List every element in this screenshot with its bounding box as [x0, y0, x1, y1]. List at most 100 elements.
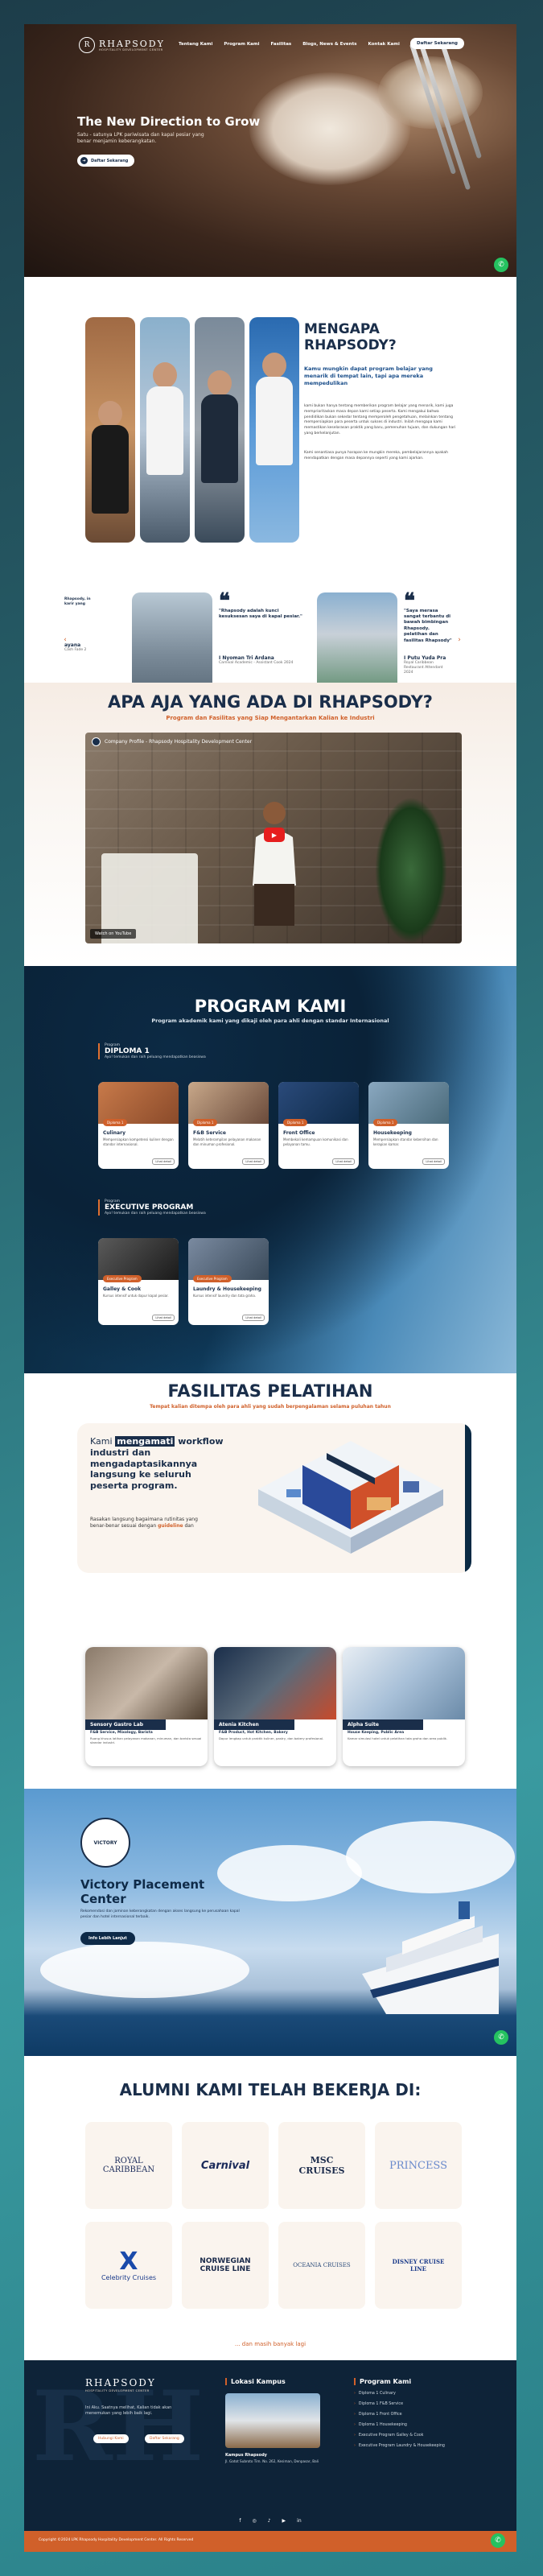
- footer-program-item[interactable]: Diploma 1 Front Office: [354, 2413, 445, 2417]
- why-section: MENGAPA RHAPSODY? Kamu mungkin dapat pro…: [24, 277, 516, 697]
- cruise-ship-image: [362, 1901, 499, 2014]
- logo-oceania: OCEANIA CRUISES: [278, 2222, 365, 2309]
- channel-avatar: [92, 737, 101, 746]
- facility-card-sensory[interactable]: Sensory Gastro Lab F&B Service, Mixology…: [85, 1647, 208, 1766]
- hero-section: R RHAPSODY HOSPITALITY DEVELOPMENT CENTE…: [24, 24, 516, 277]
- victory-info-button[interactable]: Info Lebih Lanjut: [80, 1932, 135, 1945]
- copyright-bar: Copyright ©2024 LPK Rhapsody Hospitality…: [24, 2531, 516, 2552]
- staff-photo-2: [140, 317, 190, 543]
- program-card-culinary[interactable]: Diploma 1 Culinary Mempersiapkan kompete…: [98, 1082, 179, 1169]
- logo-mark: R: [79, 37, 95, 53]
- program-card-laundry[interactable]: Executive Program Laundry & Housekeeping…: [188, 1238, 269, 1325]
- footer-hubungi-button[interactable]: Hubungi Kami: [93, 2434, 129, 2443]
- logo-royal-caribbean: ROYAL CARIBBEAN: [85, 2122, 172, 2209]
- logo-msc: MSC CRUISES: [278, 2122, 365, 2209]
- why-title: MENGAPA RHAPSODY?: [304, 321, 397, 353]
- footer: RH RHAPSODY HOSPITALITY DEVELOPMENT CENT…: [24, 2360, 516, 2552]
- hero-subtitle: Satu - satunya LPK pariwisata dan kapal …: [77, 132, 204, 145]
- victory-section: VICTORY Victory Placement Center Rekomen…: [24, 1789, 516, 2056]
- nav-item-fasilitas[interactable]: Fasilitas: [271, 42, 292, 47]
- facility-card-atenia[interactable]: Atenia Kitchen F&B Product, Hot Kitchen,…: [214, 1647, 336, 1766]
- facility-highlight: Kami mengamati workflow industri dan men…: [77, 1423, 471, 1573]
- nav-item-program[interactable]: Program Kami: [224, 42, 259, 47]
- facebook-icon[interactable]: f: [239, 2518, 241, 2524]
- nav-item-tentang[interactable]: Tentang Kami: [179, 42, 212, 47]
- footer-program-item[interactable]: Diploma 1 Housekeeping: [354, 2423, 445, 2427]
- program-subtitle: Program akademik kami yang dikaji oleh p…: [151, 1018, 389, 1024]
- facility-heading: Kami mengamati workflow industri dan men…: [90, 1436, 224, 1491]
- logo-subtitle: HOSPITALITY DEVELOPMENT CENTER: [99, 47, 163, 52]
- testimonial-carousel: Rhapsody, in karir yang ayana Cash Fade …: [24, 591, 516, 697]
- program-group-executive: Program EXECUTIVE PROGRAM Ayo! temukan d…: [98, 1199, 206, 1216]
- what-subtitle: Program dan Fasilitas yang Siap Menganta…: [166, 715, 375, 721]
- victory-logo: VICTORY: [80, 1818, 130, 1868]
- instagram-icon[interactable]: ◎: [252, 2518, 256, 2524]
- plant-image: [375, 797, 447, 943]
- arrow-right-icon[interactable]: ›: [454, 634, 465, 646]
- program-section: PROGRAM KAMI Program akademik kami yang …: [24, 966, 516, 1373]
- why-lead: Kamu mungkin dapat program belajar yang …: [304, 365, 433, 387]
- youtube-icon[interactable]: ▶: [282, 2518, 286, 2524]
- testimonial-photo-2: [317, 592, 397, 697]
- footer-daftar-button[interactable]: Daftar Sekarang: [145, 2434, 184, 2443]
- facility-section: FASILITAS PELATIHAN Tempat kalian ditemp…: [24, 1373, 516, 1789]
- staff-photo-4: [249, 317, 299, 543]
- arrow-right-icon: ➜: [80, 157, 88, 164]
- presenter-image: [253, 802, 296, 926]
- logo-princess: PRINCESS: [375, 2122, 462, 2209]
- footer-program-item[interactable]: Diploma 1 Culinary: [354, 2392, 445, 2396]
- isometric-floorplan-image: [258, 1441, 443, 1554]
- whatsapp-icon[interactable]: ✆: [494, 2030, 508, 2045]
- program-card-fnb[interactable]: Diploma 1 F&B Service Melatih keterampil…: [188, 1082, 269, 1169]
- watch-on-youtube[interactable]: Watch on YouTube: [90, 929, 137, 939]
- victory-title: Victory Placement Center: [80, 1877, 205, 1906]
- nav-item-blogs[interactable]: Blogs, News & Events: [302, 42, 356, 47]
- facility-card-alpha[interactable]: Alpha Suite House Keeping, Public Area K…: [343, 1647, 465, 1766]
- footer-program-item[interactable]: Executive Program Laundry & Housekeeping: [354, 2444, 445, 2448]
- page: R RHAPSODY HOSPITALITY DEVELOPMENT CENTE…: [24, 24, 516, 2552]
- linkedin-icon[interactable]: in: [297, 2518, 301, 2524]
- program-group-diploma: Program DIPLOMA 1 Ayo! temukan dan raih …: [98, 1043, 206, 1059]
- program-card-housekeeping[interactable]: Diploma 1 Housekeeping Mempersiapkan sta…: [368, 1082, 449, 1169]
- testimonial-photo-1: [132, 592, 212, 697]
- tiktok-icon[interactable]: ♪: [268, 2518, 271, 2524]
- why-paragraph-1: kami bukan hanya tentang memberikan prog…: [304, 404, 456, 436]
- logo-norwegian: NORWEGIAN CRUISE LINE: [182, 2222, 269, 2309]
- arrow-left-icon[interactable]: ‹: [60, 634, 71, 646]
- what-title: APA AJA YANG ADA DI RHAPSODY?: [108, 692, 433, 712]
- footer-intro: Ini Aku. Saatnya melihat, Kalian tidak a…: [85, 2405, 172, 2416]
- alumni-title: ALUMNI KAMI TELAH BEKERJA DI:: [119, 2080, 422, 2099]
- nav-daftar-button[interactable]: Daftar Sekarang: [410, 38, 464, 49]
- company-profile-video[interactable]: Company Profile - Rhapsody Hospitality D…: [85, 733, 462, 943]
- footer-programs: Program Kami Diploma 1 Culinary Diploma …: [354, 2378, 445, 2448]
- logo-title: RHAPSODY: [99, 38, 165, 49]
- whatsapp-icon[interactable]: ✆: [494, 258, 508, 272]
- testimonial-card-1: ❝ "Rhapsody adalah kunci kesuksesan saya…: [132, 591, 315, 697]
- testimonial-card-2: ❝ "Saya merasa sangat terbantu di bawah …: [317, 591, 500, 697]
- facility-subtitle: Tempat kalian ditempa oleh para ahli yan…: [150, 1404, 391, 1410]
- footer-program-item[interactable]: Diploma 1 F&B Service: [354, 2402, 445, 2406]
- why-paragraph-2: Kami senantiasa punya harapan ke mungkin…: [304, 451, 448, 460]
- victory-desc: Rekomendasi dan jaminan keberangkatan de…: [80, 1909, 240, 1919]
- program-card-galley[interactable]: Executive Program Galley & Cook Kursus i…: [98, 1238, 179, 1325]
- footer-campus: Lokasi Kampus Kampus Rhapsody Jl. Gatot …: [225, 2378, 320, 2463]
- program-card-front-office[interactable]: Diploma 1 Front Office Membekali kemampu…: [278, 1082, 359, 1169]
- staff-photo-3: [195, 317, 245, 543]
- staff-photo-1: [85, 317, 135, 543]
- nav-item-kontak[interactable]: Kontak Kami: [368, 42, 399, 47]
- social-links: f ◎ ♪ ▶ in: [24, 2518, 516, 2524]
- program-title: PROGRAM KAMI: [194, 997, 347, 1016]
- whatsapp-icon[interactable]: ✆: [491, 2533, 505, 2548]
- facility-title: FASILITAS PELATIHAN: [167, 1381, 373, 1401]
- footer-program-item[interactable]: Executive Program Galley & Cook: [354, 2434, 445, 2438]
- facility-paragraph: Rasakan langsung bagaimana rutinitas yan…: [90, 1517, 198, 1530]
- logo-carnival: Carnival: [182, 2122, 269, 2209]
- hero-daftar-button[interactable]: ➜ Daftar Sekarang: [77, 155, 135, 167]
- hero-title: The New Direction to Grow: [77, 114, 261, 129]
- footer-logo: RHAPSODY HOSPITALITY DEVELOPMENT CENTER: [85, 2377, 156, 2392]
- video-title: Company Profile - Rhapsody Hospitality D…: [92, 737, 252, 746]
- testimonial-partial: Rhapsody, in karir yang ayana Cash Fade …: [64, 597, 91, 653]
- site-logo[interactable]: R RHAPSODY HOSPITALITY DEVELOPMENT CENTE…: [79, 37, 165, 53]
- navbar: R RHAPSODY HOSPITALITY DEVELOPMENT CENTE…: [24, 24, 516, 63]
- play-icon[interactable]: ▶: [264, 828, 285, 842]
